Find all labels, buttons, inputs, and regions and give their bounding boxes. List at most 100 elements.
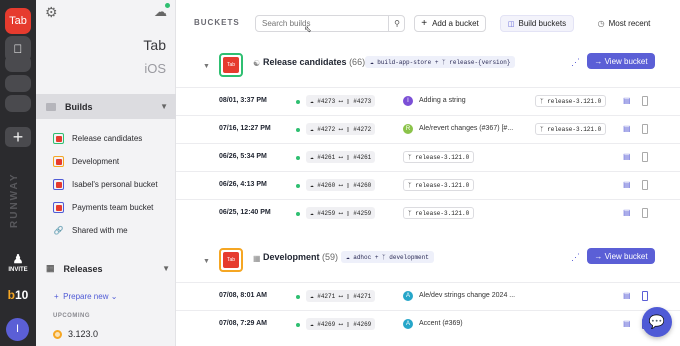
build-row[interactable]: 06/26, 4:13 PM ☁ #4260 ⟷ ▯ #4260 ᛉ release… — [176, 171, 680, 199]
caret-down-icon: ▼ — [160, 102, 168, 111]
release-notes-icon[interactable]: ▤ — [623, 152, 631, 161]
gear-icon[interactable]: ⚙ — [45, 4, 58, 21]
device-install-icon[interactable] — [642, 124, 648, 134]
tab-app-label: Tab — [9, 15, 27, 27]
settings-shortcut-icon[interactable] — [5, 95, 31, 112]
chat-bubble-icon: 💬 — [648, 314, 666, 329]
build-row[interactable]: 07/08, 8:01 AM ☁ #4271 ⟷ ▯ #4271 A Ale/dev … — [176, 282, 680, 310]
release-notes-icon[interactable]: ▤ — [623, 291, 631, 300]
build-date: 06/26, 4:13 PM — [219, 181, 267, 188]
bucket-app-logo: Tab — [219, 248, 243, 272]
build-status-dot — [296, 295, 300, 299]
invite-button[interactable]: ♟ INVITE — [0, 252, 36, 273]
build-number-pill[interactable]: ☁ #4269 ⟷ ▯ #4269 — [306, 318, 376, 330]
release-notes-icon[interactable]: ▤ — [623, 96, 631, 105]
build-status-dot — [296, 100, 300, 104]
sidebar-bucket-payments[interactable]: Payments team bucket — [53, 202, 153, 213]
builds-icon — [46, 102, 56, 111]
device-install-icon[interactable] — [642, 291, 648, 301]
view-bucket-button[interactable]: → View bucket — [587, 53, 655, 69]
runway-wordmark: RUNWAY — [9, 172, 20, 228]
bucket-icon — [53, 156, 64, 167]
sidebar-bucket-label: Development — [72, 157, 120, 166]
release-notes-icon[interactable]: ▤ — [623, 180, 631, 189]
share-icon[interactable]: ⋰ — [571, 252, 580, 263]
search-input[interactable] — [255, 15, 405, 32]
build-row[interactable]: 07/16, 12:27 PM ☁ #4272 ⟷ ▯ #4272 R Ale/rev… — [176, 115, 680, 143]
build-number-pill[interactable]: ☁ #4261 ⟷ ▯ #4261 — [306, 151, 376, 163]
app-shortcut-icon[interactable] — [5, 55, 31, 72]
upcoming-release-item[interactable]: 3.123.0 — [53, 329, 98, 339]
sidebar-bucket-label: Payments team bucket — [72, 203, 154, 212]
build-number-pill[interactable]: ☁ #4272 ⟷ ▯ #4272 — [306, 123, 376, 135]
b10-logo-b: b — [7, 288, 15, 302]
release-notes-icon[interactable]: ▤ — [623, 319, 631, 328]
device-install-icon[interactable] — [642, 152, 648, 162]
build-number-pill[interactable]: ☁ #4273 ⟷ ▯ #4273 — [306, 95, 376, 107]
app-shortcut-icon[interactable] — [5, 75, 31, 92]
build-row[interactable]: 06/26, 5:34 PM ☁ #4261 ⟷ ▯ #4261 ᛉ release… — [176, 143, 680, 171]
prepare-new-label: Prepare new — [63, 292, 109, 301]
commit-message[interactable]: Ale/revert changes (#367) [#... — [419, 125, 513, 132]
chevron-down-icon[interactable]: ▼ — [203, 258, 210, 265]
build-buckets-toggle[interactable]: ◫ Build buckets — [500, 15, 574, 32]
release-notes-icon[interactable]: ▤ — [623, 124, 631, 133]
cloud-status-icon[interactable]: ☁ — [154, 3, 170, 20]
release-notes-icon[interactable]: ▤ — [623, 208, 631, 217]
sidebar-bucket-isabel[interactable]: Isabel's personal bucket — [53, 179, 158, 190]
branch-pill: ᛉ release-3.121.0 — [403, 179, 475, 191]
sidebar-bucket-development[interactable]: Development — [53, 156, 119, 167]
builds-section-header[interactable]: Builds ▼ — [36, 94, 176, 119]
device-install-icon[interactable] — [642, 96, 648, 106]
search-icon[interactable]: ⚲ — [388, 15, 405, 32]
prepare-new-button[interactable]: + Prepare new ⌄ — [54, 292, 117, 301]
build-row[interactable]: 08/01, 3:37 PM ☁ #4273 ⟷ ▯ #4273 I Adding a… — [176, 87, 680, 115]
bucket-app-logo: Tab — [219, 53, 243, 77]
bucket-title[interactable]: Release candidates (66) — [263, 57, 365, 67]
branch-pill: ᛉ release-3.121.0 — [535, 95, 607, 107]
device-install-icon[interactable] — [642, 208, 648, 218]
user-avatar[interactable]: I — [6, 318, 29, 341]
bucket-icon — [53, 179, 64, 190]
share-icon[interactable]: ⋰ — [571, 57, 580, 68]
commit-message[interactable]: Accent (#369) — [419, 320, 463, 327]
commit-author-avatar: R — [403, 124, 413, 134]
release-status-icon — [53, 329, 62, 339]
most-recent-label: Most recent — [608, 19, 651, 28]
build-status-dot — [296, 323, 300, 327]
build-date: 06/25, 12:40 PM — [219, 209, 271, 216]
bucket-icon: ◫ — [507, 20, 515, 28]
add-app-icon[interactable]: + — [5, 127, 31, 147]
build-status-dot — [296, 156, 300, 160]
add-bucket-button[interactable]: + Add a bucket — [414, 15, 486, 32]
bucket-icon — [53, 202, 64, 213]
build-number-pill[interactable]: ☁ #4260 ⟷ ▯ #4260 — [306, 179, 376, 191]
bucket-icon — [53, 133, 64, 144]
build-number-pill[interactable]: ☁ #4271 ⟷ ▯ #4271 — [306, 290, 376, 302]
b10-logo[interactable]: b10 — [5, 288, 31, 302]
bucket-title[interactable]: Development (59) — [263, 252, 338, 262]
most-recent-toggle[interactable]: ◷ Most recent — [584, 15, 664, 32]
bucket-type-icon: ▦ — [253, 254, 261, 263]
platform-label: iOS — [144, 61, 166, 76]
app-rail: Tab  + RUNWAY ♟ INVITE b10 I — [0, 0, 36, 346]
sidebar-bucket-label: Release candidates — [72, 134, 143, 143]
chevron-down-icon[interactable]: ▼ — [203, 63, 210, 70]
build-number-pill[interactable]: ☁ #4259 ⟷ ▯ #4259 — [306, 207, 376, 219]
view-bucket-button[interactable]: → View bucket — [587, 248, 655, 264]
releases-section-header[interactable]: ▦ Releases ▼ — [46, 263, 170, 274]
sidebar-bucket-release-candidates[interactable]: Release candidates — [53, 133, 142, 144]
upcoming-label: UPCOMING — [53, 313, 90, 319]
release-version: 3.123.0 — [68, 329, 99, 339]
build-row[interactable]: 07/08, 7:29 AM ☁ #4269 ⟷ ▯ #4269 A Accent (… — [176, 310, 680, 338]
branch-pill: ᛉ release-3.121.0 — [403, 207, 475, 219]
build-buckets-label: Build buckets — [518, 19, 567, 28]
sidebar-shared-with-me[interactable]: 🔗 Shared with me — [53, 225, 128, 236]
help-chat-button[interactable]: 💬 — [642, 307, 672, 337]
build-row[interactable]: 06/25, 12:40 PM ☁ #4259 ⟷ ▯ #4259 ᛉ releas… — [176, 199, 680, 227]
commit-message[interactable]: Ale/dev strings change 2024 ... — [419, 292, 515, 299]
tab-app-icon[interactable]: Tab — [5, 8, 31, 34]
build-date: 06/26, 5:34 PM — [219, 153, 267, 160]
commit-message[interactable]: Adding a string — [419, 97, 466, 104]
device-install-icon[interactable] — [642, 180, 648, 190]
